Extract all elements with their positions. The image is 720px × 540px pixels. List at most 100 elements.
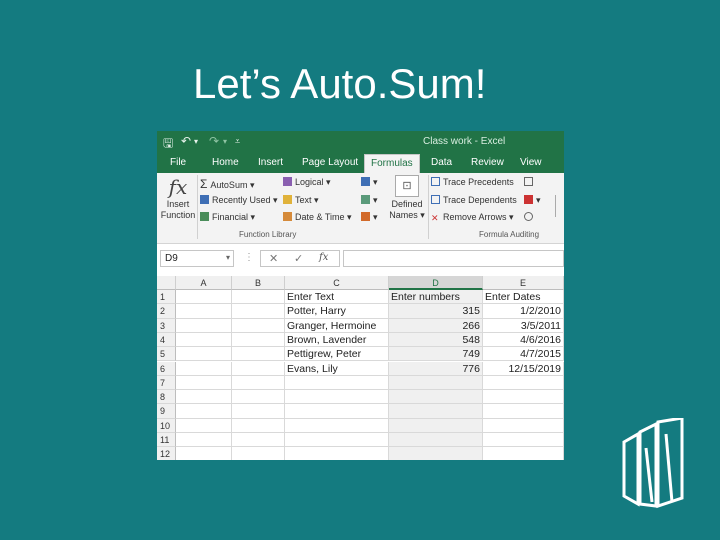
cell-d[interactable]: 315 [389, 304, 483, 319]
column-header-c[interactable]: C [285, 276, 389, 290]
cell-e[interactable] [483, 418, 564, 433]
logical-button[interactable]: Logical ▾ [283, 177, 331, 188]
customize-icon[interactable]: ⩡ [235, 136, 240, 147]
row-header[interactable]: 4 [157, 332, 176, 348]
cell-a[interactable] [176, 404, 232, 419]
tab-data[interactable]: Data [431, 157, 452, 168]
cell-e[interactable]: Enter Dates [483, 290, 564, 305]
cell-c[interactable] [285, 404, 389, 419]
cell-a[interactable] [176, 418, 232, 433]
cell-c[interactable] [285, 418, 389, 433]
cell-d[interactable]: Enter numbers [389, 290, 483, 305]
cell-b[interactable] [232, 433, 285, 448]
math-trig-button[interactable]: ▾ [361, 195, 378, 206]
date-time-button[interactable]: Date & Time ▾ [283, 212, 352, 223]
cell-a[interactable] [176, 347, 232, 362]
column-header-d[interactable]: D [389, 276, 483, 290]
row-header[interactable]: 2 [157, 304, 176, 319]
tab-formulas[interactable]: Formulas [364, 154, 420, 173]
cell-b[interactable] [232, 375, 285, 391]
cell-d[interactable] [389, 433, 483, 448]
cell-c[interactable]: Potter, Harry [285, 304, 389, 319]
row-header[interactable]: 10 [157, 418, 176, 433]
row-header[interactable]: 1 [157, 290, 176, 305]
cancel-icon[interactable]: ✕ [269, 252, 278, 265]
cell-e[interactable] [483, 404, 564, 419]
cell-a[interactable] [176, 390, 232, 405]
error-checking-button[interactable]: ▾ [524, 195, 541, 206]
cell-c[interactable]: Enter Text [285, 290, 389, 305]
tab-view[interactable]: View [520, 157, 542, 168]
cell-d[interactable] [389, 418, 483, 433]
cell-a[interactable] [176, 361, 232, 376]
autosum-button[interactable]: Σ AutoSum ▾ [200, 177, 254, 191]
cell-c[interactable]: Brown, Lavender [285, 332, 389, 348]
cell-d[interactable]: 266 [389, 318, 483, 333]
redo-icon[interactable]: ↷ [209, 134, 219, 148]
cell-b[interactable] [232, 361, 285, 376]
cell-a[interactable] [176, 332, 232, 348]
row-header[interactable]: 8 [157, 390, 176, 405]
row-header[interactable]: 9 [157, 404, 176, 419]
save-icon[interactable]: 🖫 [163, 134, 173, 155]
name-box[interactable]: D9 ▾ [160, 250, 234, 267]
cell-a[interactable] [176, 433, 232, 448]
cell-b[interactable] [232, 347, 285, 362]
formula-input[interactable] [343, 250, 564, 267]
row-header[interactable]: 6 [157, 361, 176, 376]
cell-b[interactable] [232, 447, 285, 460]
column-header-b[interactable]: B [232, 276, 285, 290]
cell-b[interactable] [232, 332, 285, 348]
cell-a[interactable] [176, 447, 232, 460]
cell-b[interactable] [232, 418, 285, 433]
row-header[interactable]: 12 [157, 447, 176, 460]
select-all-corner[interactable] [157, 276, 176, 290]
name-box-dropdown-icon[interactable]: ▾ [226, 253, 230, 262]
cell-b[interactable] [232, 318, 285, 333]
cell-e[interactable]: 4/7/2015 [483, 347, 564, 362]
show-formulas-button[interactable] [524, 177, 536, 187]
cell-b[interactable] [232, 304, 285, 319]
tab-review[interactable]: Review [471, 157, 504, 168]
cell-c[interactable]: Evans, Lily [285, 361, 389, 376]
row-header[interactable]: 5 [157, 347, 176, 362]
cell-d[interactable] [389, 375, 483, 391]
evaluate-formula-button[interactable] [524, 212, 536, 222]
cell-b[interactable] [232, 290, 285, 305]
tab-insert[interactable]: Insert [258, 157, 283, 168]
remove-arrows-button[interactable]: ✕ Remove Arrows ▾ [431, 212, 514, 223]
cell-b[interactable] [232, 390, 285, 405]
column-header-a[interactable]: A [176, 276, 232, 290]
insert-function-icon[interactable]: fx [319, 252, 328, 263]
tab-file[interactable]: File [170, 157, 186, 168]
cell-c[interactable] [285, 390, 389, 405]
cell-d[interactable]: 776 [389, 361, 483, 376]
tab-home[interactable]: Home [212, 157, 239, 168]
column-header-e[interactable]: E [483, 276, 564, 290]
cell-d[interactable] [389, 404, 483, 419]
row-header[interactable]: 11 [157, 433, 176, 448]
text-button[interactable]: Text ▾ [283, 195, 319, 206]
row-header[interactable]: 7 [157, 375, 176, 391]
cell-e[interactable] [483, 433, 564, 448]
cell-e[interactable]: 3/5/2011 [483, 318, 564, 333]
cell-e[interactable] [483, 390, 564, 405]
trace-dependents-button[interactable]: Trace Dependents [431, 195, 517, 205]
cell-e[interactable]: 1/2/2010 [483, 304, 564, 319]
cell-d[interactable]: 548 [389, 332, 483, 348]
trace-precedents-button[interactable]: Trace Precedents [431, 177, 514, 187]
cell-d[interactable]: 749 [389, 347, 483, 362]
cell-c[interactable] [285, 375, 389, 391]
cell-a[interactable] [176, 304, 232, 319]
cell-b[interactable] [232, 404, 285, 419]
cell-c[interactable] [285, 433, 389, 448]
tab-page-layout[interactable]: Page Layout [302, 157, 358, 168]
cell-e[interactable]: 12/15/2019 [483, 361, 564, 376]
cell-d[interactable] [389, 447, 483, 460]
enter-icon[interactable]: ✓ [294, 252, 303, 265]
lookup-button[interactable]: ▾ [361, 177, 378, 188]
more-functions-button[interactable]: ▾ [361, 212, 378, 223]
cell-c[interactable]: Pettigrew, Peter [285, 347, 389, 362]
undo-dropdown-icon[interactable]: ▾ [194, 137, 198, 146]
financial-button[interactable]: Financial ▾ [200, 212, 255, 223]
